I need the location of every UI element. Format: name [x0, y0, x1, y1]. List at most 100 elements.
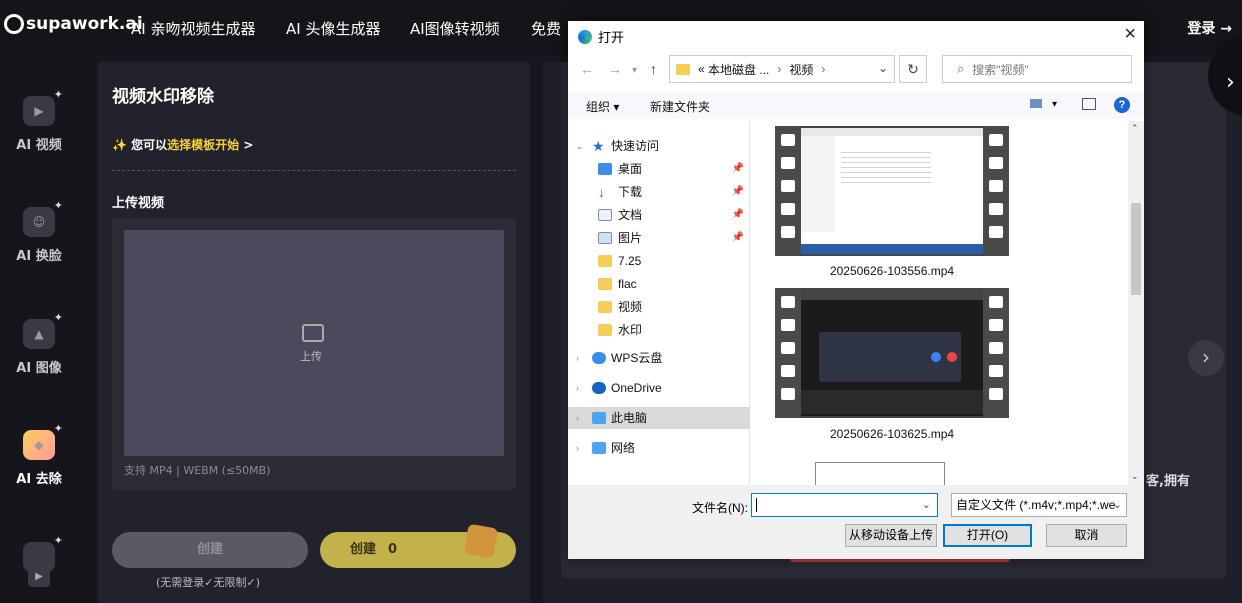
film-strip	[775, 288, 801, 418]
recent-dropdown-icon[interactable]: ▾	[632, 65, 637, 76]
tree-item-videos[interactable]: 视频	[568, 296, 750, 318]
tree-item-quick-access[interactable]: ⌄ ★ 快速访问	[568, 135, 750, 157]
template-link[interactable]: ✨ 您可以选择模板开始 >	[112, 136, 253, 153]
upload-container: 上传 支持 MP4 | WEBM (≤50MB)	[112, 218, 516, 490]
search-input[interactable]: ⌕ 搜索"视频"	[942, 55, 1132, 83]
filename-input[interactable]: ⌄	[751, 493, 938, 517]
chevron-down-icon[interactable]: ⌄	[922, 498, 931, 511]
cancel-button[interactable]: 取消	[1046, 524, 1127, 547]
chevron-right-icon: ›	[777, 62, 782, 76]
tree-item-downloads[interactable]: ↓ 下载 📌	[568, 181, 750, 203]
view-options-icon[interactable]	[1030, 99, 1042, 108]
logo[interactable]: supawork.ai	[4, 14, 143, 34]
view-dropdown-icon[interactable]: ▾	[1052, 99, 1057, 110]
logo-icon	[4, 14, 24, 34]
refresh-icon[interactable]: ↻	[899, 55, 927, 83]
document-thumbnail-icon[interactable]	[815, 462, 945, 485]
scroll-down-icon[interactable]: ⌄	[1131, 471, 1139, 482]
film-strip	[983, 288, 1009, 418]
search-icon: ⌕	[957, 61, 965, 76]
back-arrow-icon[interactable]: ←	[580, 61, 594, 77]
forward-arrow-icon[interactable]: →	[608, 61, 622, 77]
nav-free[interactable]: 免费	[531, 18, 561, 39]
scroll-up-icon[interactable]: ⌃	[1131, 123, 1139, 134]
dialog-footer: 文件名(N): ⌄ 自定义文件 (*.m4v;*.mp4;*.we ⌄ 从移动设…	[568, 485, 1144, 559]
file-name[interactable]: 20250626-103556.mp4	[775, 264, 1009, 278]
filetype-select[interactable]: 自定义文件 (*.m4v;*.mp4;*.we ⌄	[951, 493, 1127, 517]
preview-pane-icon[interactable]	[1082, 98, 1096, 110]
address-bar[interactable]: « 本地磁盘 ... › 视频 › ⌄	[669, 55, 895, 83]
breadcrumb-local-disk[interactable]: 本地磁盘 ...	[708, 61, 769, 78]
folder-icon	[598, 301, 612, 313]
video-thumbnail[interactable]	[775, 126, 1009, 256]
upload-dropzone[interactable]: 上传	[124, 230, 504, 456]
tree-item-desktop[interactable]: 桌面 📌	[568, 158, 750, 180]
file-list: 20250626-103556.mp4 20250626-103625.mp4	[751, 121, 1127, 485]
download-icon: ↓	[598, 184, 605, 200]
organize-menu[interactable]: 组织 ▾	[586, 98, 619, 115]
thumbnail-screen	[801, 290, 983, 416]
computer-icon	[592, 412, 606, 424]
network-icon	[592, 442, 606, 454]
play-small-icon[interactable]: ▶	[28, 567, 50, 587]
help-icon[interactable]: ?	[1114, 97, 1130, 113]
scrollbar-thumb[interactable]	[1131, 203, 1141, 295]
open-button[interactable]: 打开(O)	[943, 524, 1032, 547]
open-file-dialog: 打开 × ← → ▾ ↑ « 本地磁盘 ... › 视频 › ⌄ ↻ ⌕ 搜索"…	[568, 21, 1144, 559]
support-formats: 支持 MP4 | WEBM (≤50MB)	[124, 464, 271, 477]
tree-item-network[interactable]: › 网络	[568, 437, 750, 459]
video-thumbnail[interactable]	[775, 288, 1009, 418]
tree-item-pictures[interactable]: 图片 📌	[568, 227, 750, 249]
cloud-icon	[592, 352, 606, 364]
film-strip	[775, 126, 801, 256]
cloud-icon	[592, 382, 606, 394]
tree-item-wps-cloud[interactable]: › WPS云盘	[568, 347, 750, 369]
nav-kiss-video[interactable]: AI 亲吻视频生成器	[131, 18, 255, 39]
navigation-tree: ⌄ ★ 快速访问 桌面 📌 ↓ 下载 📌 文档 📌 图片 📌 7.25 flac 视频 水印 …	[568, 121, 750, 485]
sidebar-item-ai-image[interactable]: ▲ ✦ AI 图像	[0, 311, 78, 376]
dialog-title: 打开	[578, 27, 624, 46]
pin-icon: 📌	[731, 186, 744, 197]
sidebar: ▶ ✦ AI 视频 ☺ ✦ AI 换脸 ▲ ✦ AI 图像 ◆ ✦ AI 去除 ✦ ▶	[0, 56, 96, 603]
sidebar-item-ai-face-swap[interactable]: ☺ ✦ AI 换脸	[0, 199, 78, 264]
create-free-button[interactable]: 创建	[112, 532, 308, 568]
new-folder-button[interactable]: 新建文件夹	[650, 98, 710, 115]
filename-label: 文件名(N):	[692, 501, 748, 515]
sparkle-icon: ✨	[112, 138, 127, 152]
preview-text: 客,拥有	[1146, 474, 1190, 489]
watermark-remover-panel: 视频水印移除 ✨ 您可以选择模板开始 > 上传视频 上传 支持 MP4 | WE…	[98, 62, 530, 603]
create-paid-button[interactable]: 创建 0	[320, 523, 516, 568]
star-icon: ★	[592, 138, 605, 154]
up-arrow-icon[interactable]: ↑	[650, 61, 657, 77]
nav-avatar-generator[interactable]: AI 头像生成器	[286, 18, 380, 39]
chevron-right-icon: ›	[576, 353, 579, 363]
sidebar-item-ai-video[interactable]: ▶ ✦ AI 视频	[0, 88, 78, 153]
chevron-down-icon[interactable]: ⌄	[878, 61, 888, 75]
tree-item-onedrive[interactable]: › OneDrive	[568, 377, 750, 399]
nav-image-to-video[interactable]: AI图像转视频	[410, 18, 500, 39]
vertical-scrollbar[interactable]: ⌃ ⌄	[1128, 121, 1144, 485]
pin-icon: 📌	[731, 209, 744, 220]
upload-from-mobile-button[interactable]: 从移动设备上传	[845, 524, 937, 547]
document-icon	[598, 209, 612, 221]
file-name[interactable]: 20250626-103625.mp4	[775, 427, 1009, 441]
tree-item-watermark[interactable]: 水印	[568, 319, 750, 341]
tree-item-7-25[interactable]: 7.25	[568, 250, 750, 272]
upload-video-icon	[302, 324, 324, 342]
login-note: (无需登录✓无限制✓)	[156, 576, 261, 589]
tree-item-documents[interactable]: 文档 📌	[568, 204, 750, 226]
sidebar-item-ai-remove[interactable]: ◆ ✦ AI 去除	[0, 422, 78, 487]
breadcrumb-videos[interactable]: 视频	[789, 61, 813, 78]
face-swap-icon: ☺ ✦	[23, 199, 63, 237]
folder-icon	[676, 63, 690, 75]
login-button[interactable]: 登录 →	[1187, 18, 1232, 38]
tree-item-this-pc[interactable]: › 此电脑	[568, 407, 750, 429]
next-arrow-button[interactable]: ›	[1188, 340, 1224, 376]
panel-title: 视频水印移除	[112, 87, 214, 107]
close-icon[interactable]: ×	[1124, 23, 1136, 46]
chevron-right-icon: ›	[821, 62, 826, 76]
video-icon: ▶ ✦	[23, 88, 63, 126]
tree-item-flac[interactable]: flac	[568, 273, 750, 295]
navigation-row: ← → ▾ ↑ « 本地磁盘 ... › 视频 › ⌄ ↻ ⌕ 搜索"视频"	[568, 53, 1144, 85]
pin-icon: 📌	[731, 163, 744, 174]
